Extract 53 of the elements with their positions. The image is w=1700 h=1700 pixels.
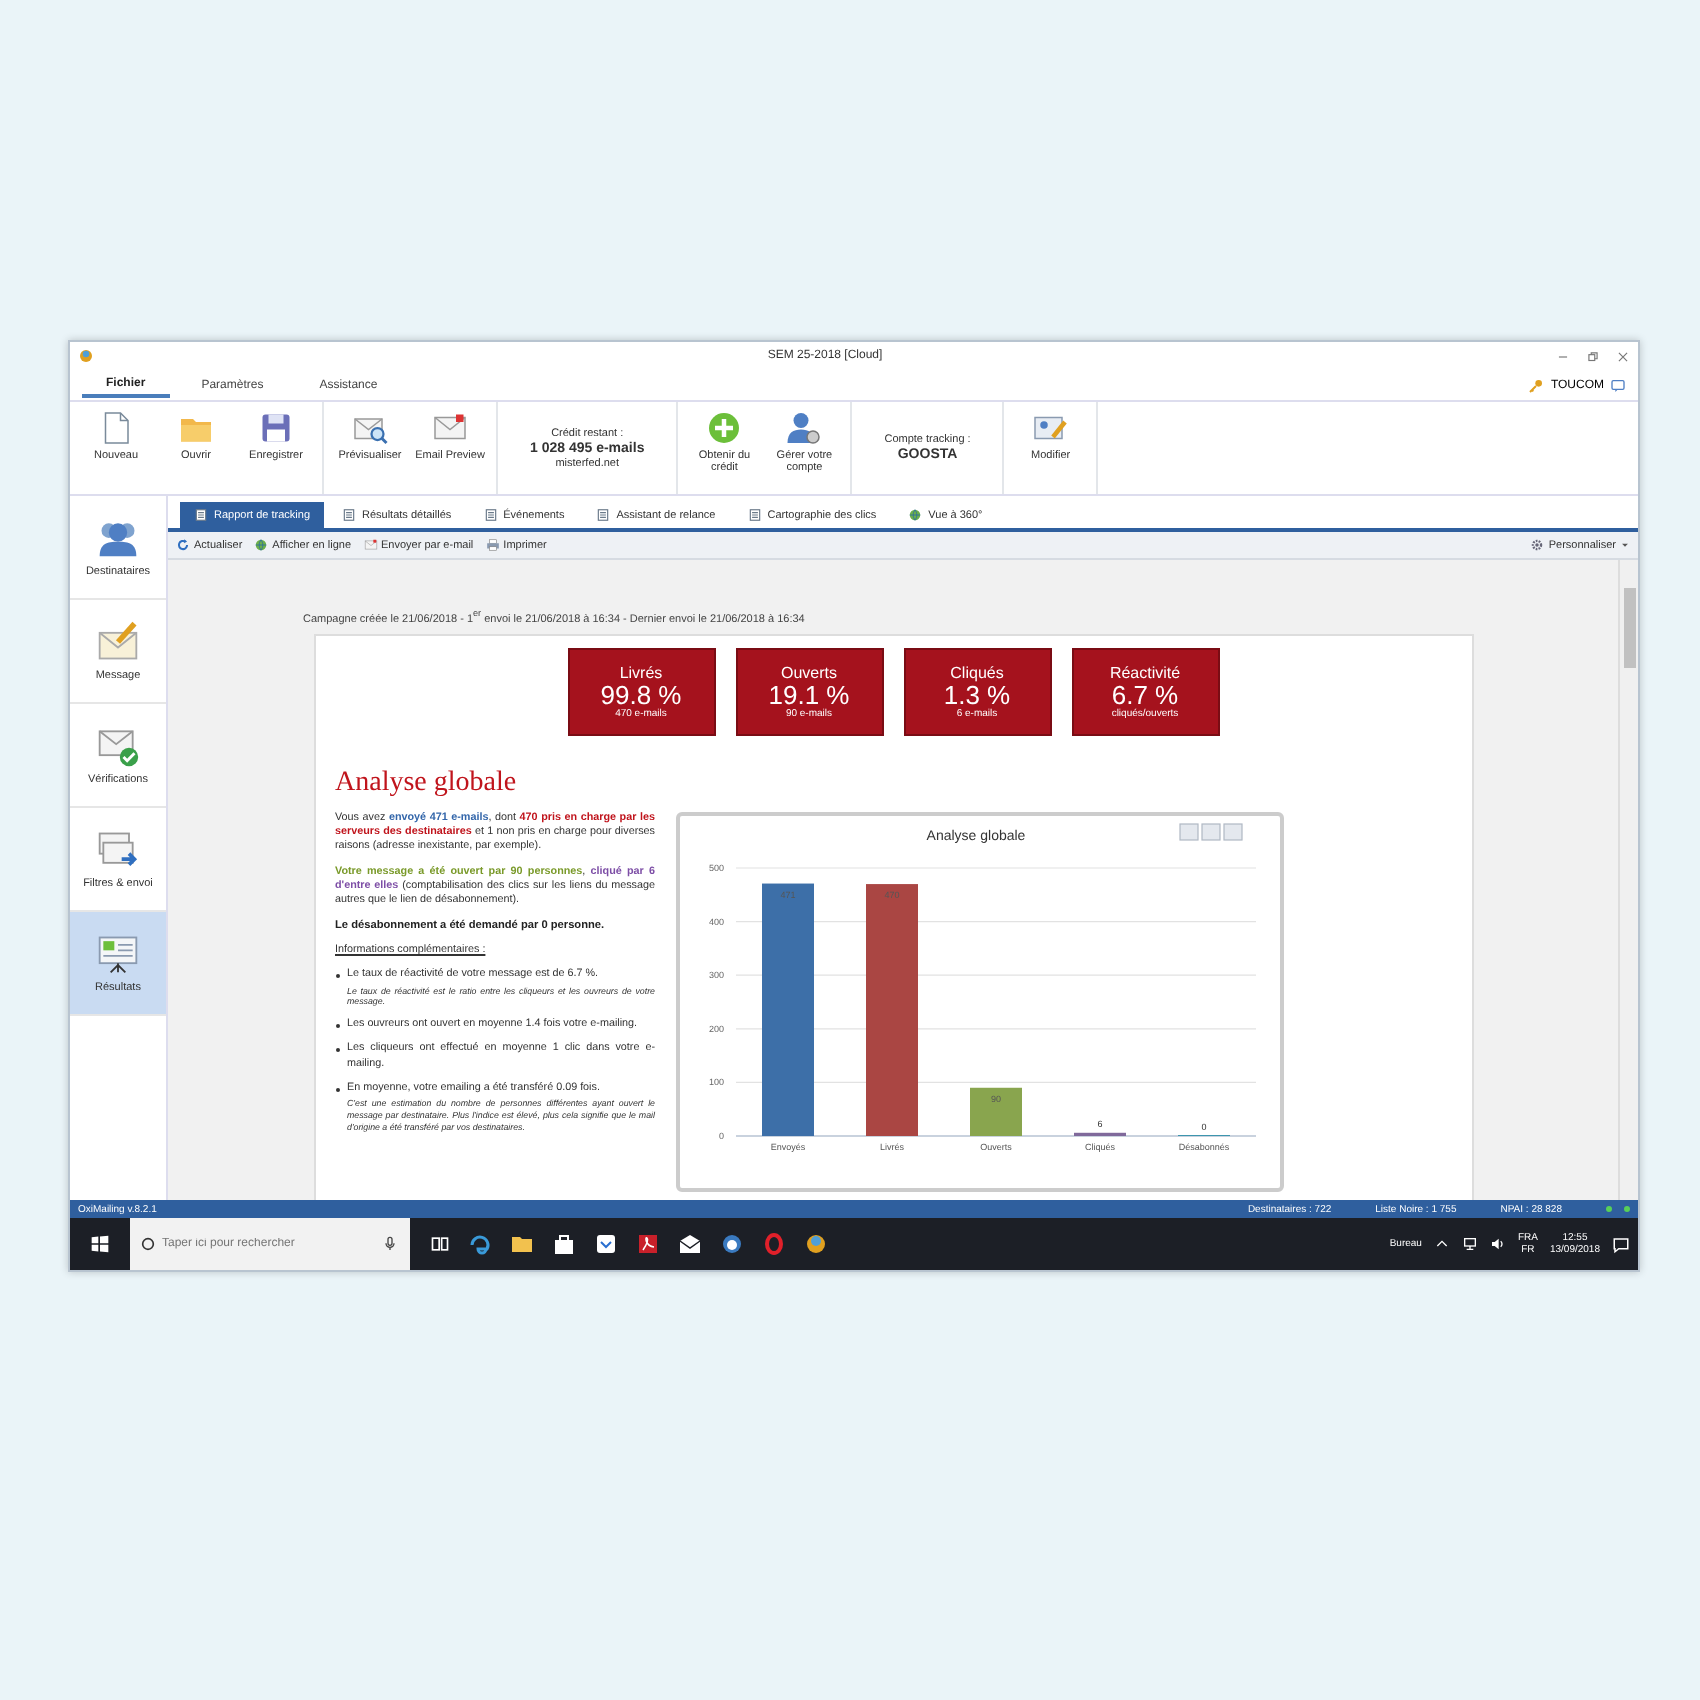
pdf-icon[interactable] (636, 1232, 660, 1256)
thunderbird-icon[interactable] (720, 1232, 744, 1256)
search-icon (140, 1236, 156, 1252)
chat-icon[interactable] (1610, 377, 1626, 393)
folder-icon[interactable] (510, 1232, 534, 1256)
task-view-icon[interactable] (430, 1234, 450, 1254)
sheet-icon (596, 508, 611, 522)
envelope-check-icon (96, 724, 140, 768)
stat-title: Ouverts (780, 663, 837, 681)
network-icon[interactable] (1461, 1236, 1478, 1252)
envelope-icon (363, 538, 377, 552)
plus-circle-icon (706, 410, 743, 446)
scrollbar-thumb[interactable] (1623, 588, 1635, 668)
globe-icon (254, 538, 269, 552)
app-logo-icon[interactable] (804, 1232, 828, 1256)
stat-value: 6.7 % (1111, 681, 1179, 709)
stat-title: Réactivité (1109, 663, 1181, 681)
browser-icon[interactable] (468, 1232, 492, 1256)
windows-logo-icon[interactable] (90, 1234, 110, 1254)
globe-icon (908, 508, 923, 522)
envelope-icon[interactable] (678, 1232, 702, 1256)
stat-value: 19.1 % (768, 681, 850, 709)
stat-title: Cliqués (950, 663, 1004, 681)
caret-icon (1620, 540, 1630, 550)
sheet-icon (342, 508, 356, 522)
status-dot (1606, 1206, 1612, 1212)
status-dot (1624, 1206, 1630, 1212)
scrollbar[interactable] (1618, 560, 1638, 1200)
notification-icon[interactable] (1612, 1235, 1630, 1253)
shopping-bag-icon[interactable] (552, 1232, 576, 1256)
gear-icon (1530, 538, 1545, 552)
refresh-icon (176, 538, 190, 552)
envelopes-arrow-icon (96, 828, 140, 872)
sheet-icon (747, 508, 762, 522)
speaker-icon[interactable] (1489, 1236, 1506, 1252)
stat-value: 1.3 % (943, 681, 1011, 709)
app-logo-icon (78, 348, 94, 364)
box-icon[interactable] (594, 1232, 618, 1256)
microphone-icon (382, 1236, 398, 1252)
restore-icon[interactable] (1586, 349, 1600, 363)
user-gear-icon (786, 410, 823, 446)
letter-pencil-icon (96, 620, 140, 664)
printer-icon (485, 538, 500, 552)
presentation-board-icon (96, 932, 140, 976)
chevron-up-icon[interactable] (1433, 1236, 1450, 1252)
stat-value: 99.8 % (600, 681, 682, 709)
sheet-icon (483, 508, 498, 522)
ring-icon[interactable] (762, 1232, 786, 1256)
key-icon (1528, 377, 1545, 393)
stat-title: Livrés (619, 663, 663, 681)
section-heading: Analyse globale (335, 767, 519, 800)
close-icon[interactable] (1616, 349, 1630, 363)
sheet-icon (194, 508, 208, 522)
